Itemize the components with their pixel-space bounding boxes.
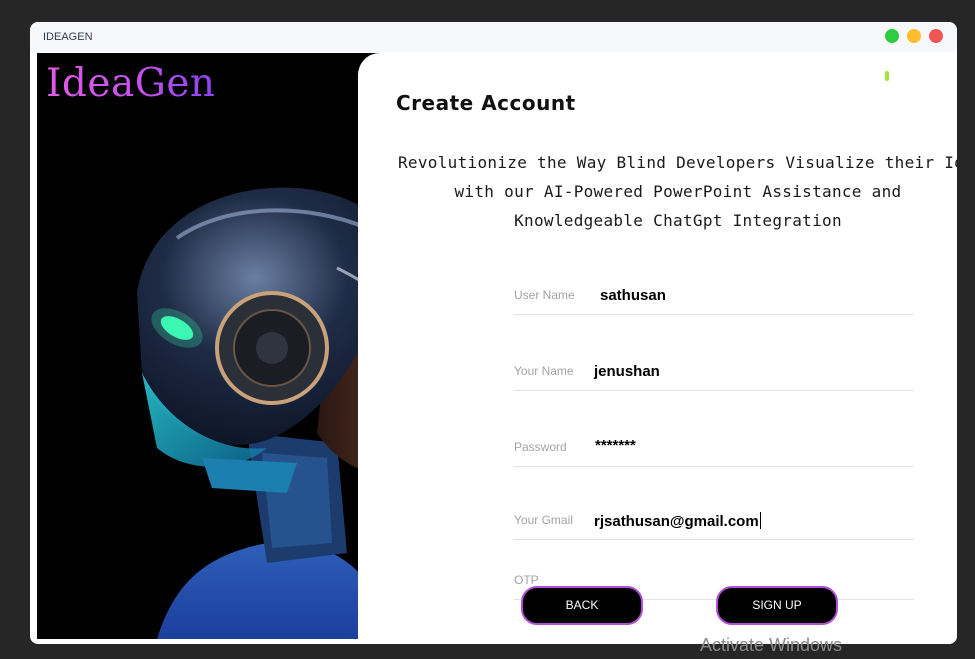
- username-value[interactable]: sathusan: [600, 287, 666, 304]
- your-name-label: Your Name: [514, 364, 574, 378]
- gmail-field[interactable]: Your Gmail rjsathusan@gmail.com: [514, 503, 914, 540]
- sign-up-button[interactable]: SIGN UP: [716, 586, 838, 625]
- status-indicator: [885, 71, 889, 81]
- activate-windows-watermark: Activate Windows: [700, 635, 843, 655]
- app-window: IDEAGEN IdeaGen Create Account Revolutio…: [30, 22, 957, 644]
- username-field[interactable]: User Name sathusan: [514, 278, 914, 315]
- tagline-line: Knowledgeable ChatGpt Integration: [514, 211, 842, 230]
- password-field[interactable]: Password *******: [514, 430, 914, 467]
- gmail-text: rjsathusan@gmail.com: [594, 513, 759, 530]
- title-bar[interactable]: IDEAGEN: [30, 22, 957, 52]
- minimize-button[interactable]: [907, 29, 921, 43]
- window-title: IDEAGEN: [43, 31, 93, 43]
- tagline: Revolutionize the Way Blind Developers V…: [398, 148, 957, 235]
- page-title: Create Account: [396, 91, 576, 115]
- gmail-value[interactable]: rjsathusan@gmail.com: [594, 512, 761, 530]
- brand-logo: IdeaGen: [46, 61, 216, 106]
- username-label: User Name: [514, 288, 575, 302]
- otp-label: OTP: [514, 573, 539, 587]
- your-name-value[interactable]: jenushan: [594, 363, 660, 380]
- text-caret: [759, 512, 761, 529]
- gmail-label: Your Gmail: [514, 513, 573, 527]
- your-name-field[interactable]: Your Name jenushan: [514, 354, 914, 391]
- tagline-line: with our AI-Powered PowerPoint Assistanc…: [454, 182, 902, 201]
- signup-form-panel: Create Account Revolutionize the Way Bli…: [358, 53, 957, 644]
- back-button[interactable]: BACK: [521, 586, 643, 625]
- password-value[interactable]: *******: [595, 437, 636, 454]
- maximize-button[interactable]: [885, 29, 899, 43]
- close-button[interactable]: [929, 29, 943, 43]
- password-label: Password: [514, 440, 567, 454]
- tagline-line: Revolutionize the Way Blind Developers V…: [398, 153, 957, 172]
